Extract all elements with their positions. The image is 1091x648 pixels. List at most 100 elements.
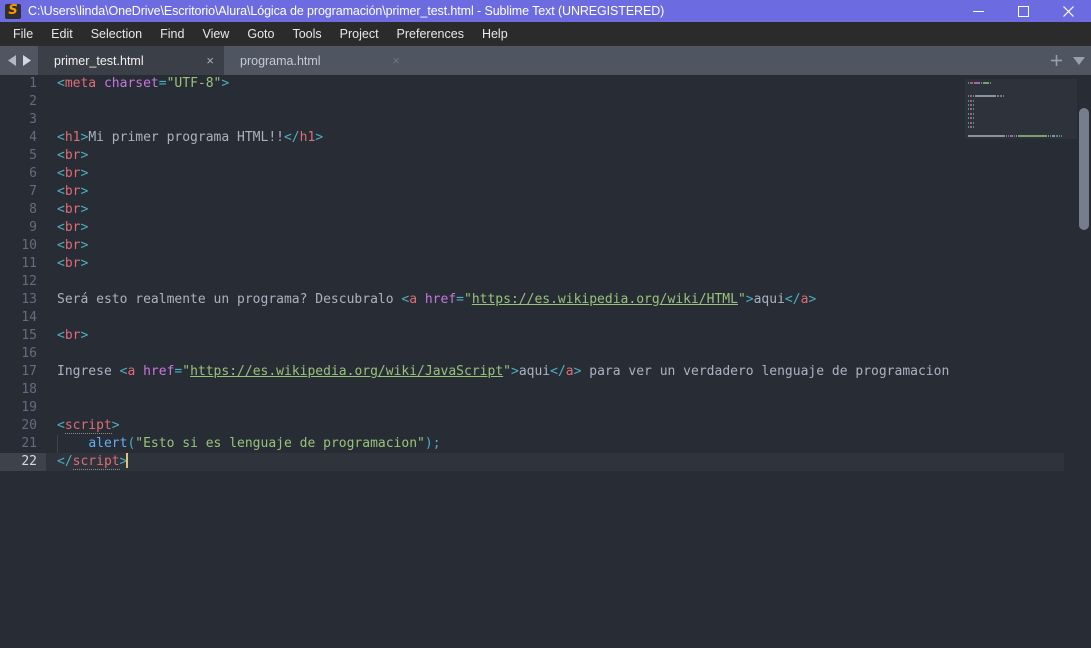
code-line[interactable]: 5 <br> [0, 147, 1064, 165]
window-controls [956, 0, 1091, 22]
line-number: 21 [21, 436, 37, 451]
code-line[interactable]: 22 </script> [0, 453, 1064, 471]
code-text[interactable] [46, 93, 1064, 111]
code-text[interactable]: <h1>Mi primer programa HTML!!</h1> [46, 129, 1064, 147]
code-text[interactable] [46, 399, 1064, 417]
line-number: 20 [21, 418, 37, 433]
code-token: > [80, 184, 89, 199]
code-line[interactable]: 13 Será esto realmente un programa? Descu… [0, 291, 1064, 309]
menu-item-preferences[interactable]: Preferences [388, 24, 473, 44]
minimap[interactable] [965, 79, 1077, 139]
code-text[interactable] [46, 273, 1064, 291]
code-line[interactable]: 11 <br> [0, 255, 1064, 273]
code-content[interactable]: 1 <meta charset="UTF-8"> 2 3 4 <h1>Mi primer … [0, 75, 1064, 648]
minimap-token [974, 82, 980, 84]
menu-item-help[interactable]: Help [473, 24, 517, 44]
minimap-token [968, 95, 969, 98]
code-line[interactable]: 9 <br> [0, 219, 1064, 237]
code-token: </ [784, 292, 801, 307]
code-line[interactable]: 12 [0, 273, 1064, 291]
line-number: 22 [0, 453, 46, 471]
minimap-token [970, 82, 973, 84]
code-text[interactable]: <br> [46, 255, 1064, 273]
code-text[interactable]: <br> [46, 165, 1064, 183]
code-text[interactable]: <br> [46, 201, 1064, 219]
code-text[interactable]: <br> [46, 147, 1064, 165]
code-text[interactable]: <script> [46, 417, 1064, 435]
line-number: 16 [21, 346, 37, 361]
code-line[interactable]: 18 [0, 381, 1064, 399]
text-cursor [126, 453, 129, 468]
minimap-token [968, 108, 969, 111]
code-line[interactable]: 2 [0, 93, 1064, 111]
code-text[interactable] [46, 309, 1064, 327]
tab-programa-html[interactable]: programa.html × [224, 46, 410, 75]
code-line[interactable]: 6 <br> [0, 165, 1064, 183]
plus-icon[interactable] [1050, 54, 1063, 67]
code-token: a [565, 364, 574, 379]
code-text[interactable]: <br> [46, 237, 1064, 255]
code-token: < [57, 184, 65, 199]
minimap-line [968, 112, 1074, 116]
menu-item-edit[interactable]: Edit [42, 24, 82, 44]
chevron-down-icon[interactable] [1073, 56, 1085, 65]
code-line[interactable]: 8 <br> [0, 201, 1064, 219]
menu-item-view[interactable]: View [193, 24, 238, 44]
menu-item-file[interactable]: File [4, 24, 42, 44]
code-text[interactable]: Ingrese <a href="https://es.wikipedia.or… [46, 363, 1064, 381]
code-line[interactable]: 20 <script> [0, 417, 1064, 435]
code-text[interactable]: <meta charset="UTF-8"> [46, 75, 1064, 93]
code-line[interactable]: 16 [0, 345, 1064, 363]
close-button[interactable] [1046, 0, 1091, 22]
vertical-scrollbar[interactable] [1077, 75, 1091, 648]
maximize-button[interactable] [1001, 0, 1046, 22]
code-line[interactable]: 17 Ingrese <a href="https://es.wikipedia.… [0, 363, 1064, 381]
code-text[interactable]: Será esto realmente un programa? Descubr… [46, 291, 1064, 309]
minimap-line [968, 134, 1074, 138]
code-text[interactable] [46, 381, 1064, 399]
code-line[interactable]: 15 <br> [0, 327, 1064, 345]
minimap-line [968, 95, 1074, 98]
code-line[interactable]: 21 alert("Esto si es lenguaje de program… [0, 435, 1064, 453]
menu-item-tools[interactable]: Tools [283, 24, 330, 44]
code-token: ) [424, 436, 433, 451]
code-token: br [64, 220, 81, 235]
code-line[interactable]: 3 [0, 111, 1064, 129]
menu-item-project[interactable]: Project [331, 24, 388, 44]
minimap-line [968, 86, 1074, 89]
tab-primer-test-html[interactable]: primer_test.html × [38, 46, 224, 75]
caret-left-icon[interactable] [8, 55, 17, 66]
code-line[interactable]: 1 <meta charset="UTF-8"> [0, 75, 1064, 93]
menu-item-find[interactable]: Find [151, 24, 193, 44]
code-line[interactable]: 7 <br> [0, 183, 1064, 201]
minimap-token [1008, 134, 1009, 137]
menu-item-selection[interactable]: Selection [82, 24, 151, 44]
code-token: > [80, 166, 89, 181]
code-text[interactable]: alert("Esto si es lenguaje de programaci… [46, 435, 1064, 453]
code-line[interactable]: 14 [0, 309, 1064, 327]
code-line[interactable]: 4 <h1>Mi primer programa HTML!!</h1> [0, 129, 1064, 147]
code-text[interactable]: <br> [46, 219, 1064, 237]
scrollbar-thumb[interactable] [1079, 108, 1089, 230]
tab-label: programa.html [240, 53, 321, 68]
close-icon[interactable]: × [206, 54, 214, 67]
code-token: script [64, 418, 112, 434]
code-text[interactable] [46, 111, 1064, 129]
minimize-button[interactable] [956, 0, 1001, 22]
minimap-token [973, 103, 974, 106]
code-line[interactable]: 19 [0, 399, 1064, 417]
code-text[interactable]: <br> [46, 183, 1064, 201]
code-text[interactable] [46, 345, 1064, 363]
code-text[interactable]: </script> [46, 453, 1064, 471]
code-token: https://es.wikipedia.org/wiki/JavaScript [190, 364, 504, 379]
code-line[interactable]: 10 <br> [0, 237, 1064, 255]
minimap-line [968, 82, 1074, 85]
menu-item-goto[interactable]: Goto [238, 24, 283, 44]
minimap-line [968, 108, 1074, 111]
code-text[interactable]: <br> [46, 327, 1064, 345]
caret-right-icon[interactable] [22, 55, 31, 66]
minimap-token [1014, 134, 1015, 137]
line-number: 17 [21, 364, 37, 379]
close-icon[interactable]: × [392, 54, 400, 67]
